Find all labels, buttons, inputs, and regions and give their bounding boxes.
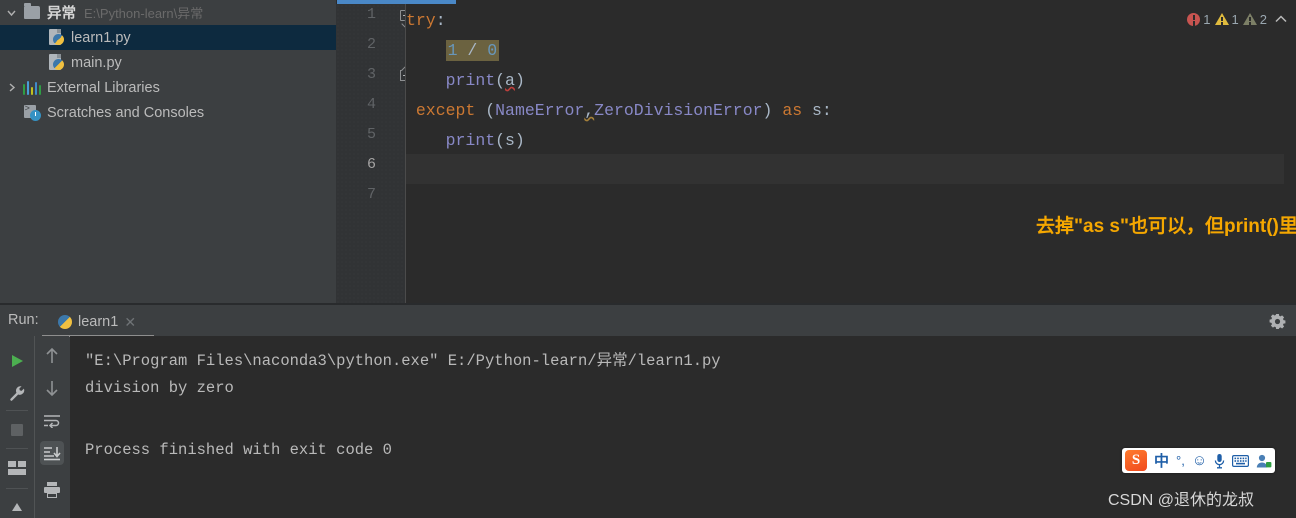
rerun-button[interactable] bbox=[5, 349, 29, 373]
weak-warning-count: 2 bbox=[1260, 12, 1267, 27]
console-line: division by zero bbox=[85, 379, 234, 397]
line-number: 2 bbox=[367, 36, 376, 53]
run-toolbar-left bbox=[0, 336, 34, 518]
console-line: Process finished with exit code 0 bbox=[85, 441, 392, 459]
folder-icon bbox=[22, 4, 42, 22]
soft-wrap-button[interactable] bbox=[40, 409, 64, 433]
python-file-icon bbox=[46, 54, 66, 72]
chevron-down-icon[interactable] bbox=[0, 7, 22, 18]
watermark-text: CSDN @退休的龙叔 bbox=[1108, 486, 1254, 510]
run-tab-learn1[interactable]: learn1 ✕ bbox=[58, 309, 136, 335]
mic-icon[interactable] bbox=[1214, 453, 1225, 469]
toolbar-separator bbox=[6, 448, 28, 449]
line-number: 7 bbox=[367, 186, 376, 203]
code-text-area[interactable]: try: 1 / 0 print(a) except (NameError,Ze… bbox=[406, 4, 1296, 303]
ime-floating-toolbar[interactable]: S 中 °, ☺ bbox=[1122, 448, 1275, 473]
annotation-text: 去掉"as s"也可以，但print()里面就得自定义内容 bbox=[1036, 211, 1296, 238]
code-line-3[interactable]: print(a) bbox=[406, 66, 525, 96]
chevron-up-icon[interactable] bbox=[1274, 11, 1288, 27]
pin-tab-button[interactable] bbox=[5, 496, 29, 518]
libraries-icon bbox=[22, 79, 42, 97]
keyboard-icon[interactable] bbox=[1232, 455, 1249, 467]
ime-punctuation-toggle[interactable]: °, bbox=[1176, 453, 1185, 468]
line-number: 3 bbox=[367, 66, 376, 83]
tree-row-scratches-and-consoles[interactable]: Scratches and Consoles bbox=[0, 100, 336, 125]
toolbar-separator bbox=[6, 410, 28, 411]
console-line: "E:\Program Files\naconda3\python.exe" E… bbox=[85, 348, 721, 370]
error-indicator[interactable]: 1 bbox=[1187, 12, 1210, 27]
tree-row-external-libraries[interactable]: External Libraries bbox=[0, 75, 336, 100]
sogou-logo-icon[interactable]: S bbox=[1125, 450, 1147, 471]
stop-button[interactable] bbox=[5, 418, 29, 442]
editor-gutter[interactable]: 1 2 3 4 5 6 7 bbox=[336, 4, 406, 303]
line-number-current: 6 bbox=[367, 156, 376, 173]
editor-scrollbar[interactable] bbox=[1284, 4, 1296, 303]
pycharm-window: 异常 E:\Python-learn\异常 learn1.py main.py bbox=[0, 0, 1296, 518]
code-editor-panel[interactable]: 1 2 3 4 5 6 7 try: 1 / 0 print(a) except… bbox=[336, 0, 1296, 303]
scratches-icon bbox=[22, 104, 42, 122]
tree-row-project[interactable]: 异常 E:\Python-learn\异常 bbox=[0, 0, 336, 25]
warning-icon bbox=[1215, 13, 1229, 25]
tree-item-label: External Libraries bbox=[47, 80, 160, 96]
gear-icon[interactable] bbox=[1269, 313, 1286, 330]
tree-item-label: learn1.py bbox=[71, 30, 131, 46]
run-header: Run: learn1 ✕ bbox=[0, 305, 1296, 336]
inspection-widget[interactable]: 1 1 2 bbox=[1187, 11, 1288, 27]
emoji-icon[interactable]: ☺ bbox=[1192, 452, 1207, 469]
scroll-to-end-button[interactable] bbox=[40, 441, 64, 465]
project-tree-panel: 异常 E:\Python-learn\异常 learn1.py main.py bbox=[0, 0, 336, 303]
edit-configuration-button[interactable] bbox=[5, 381, 29, 405]
run-tool-window: Run: learn1 ✕ bbox=[0, 305, 1296, 518]
tree-item-label: main.py bbox=[71, 55, 122, 71]
run-window-label: Run: bbox=[8, 312, 39, 328]
project-name: 异常 bbox=[47, 2, 76, 23]
print-button[interactable] bbox=[40, 478, 64, 502]
tree-item-label: Scratches and Consoles bbox=[47, 105, 204, 121]
close-icon[interactable]: ✕ bbox=[124, 314, 136, 331]
code-line-5[interactable]: print(s) bbox=[406, 126, 525, 156]
run-toolbar-right bbox=[35, 336, 69, 518]
weak-warning-icon bbox=[1243, 13, 1257, 25]
user-icon[interactable] bbox=[1256, 454, 1272, 468]
down-the-stack-trace-button[interactable] bbox=[40, 376, 64, 400]
current-line-highlight bbox=[406, 154, 1296, 184]
weak-warning-indicator[interactable]: 2 bbox=[1243, 12, 1267, 27]
code-line-1[interactable]: try: bbox=[406, 6, 446, 36]
up-the-stack-trace-button[interactable] bbox=[40, 344, 64, 368]
toolbar-separator bbox=[6, 488, 28, 489]
tree-row-learn1-py[interactable]: learn1.py bbox=[0, 25, 336, 50]
code-line-2[interactable]: 1 / 0 bbox=[406, 36, 499, 66]
line-number: 1 bbox=[367, 6, 376, 23]
chevron-right-icon[interactable] bbox=[0, 82, 22, 93]
line-number: 4 bbox=[367, 96, 376, 113]
python-file-icon bbox=[46, 29, 66, 47]
error-count: 1 bbox=[1203, 12, 1210, 27]
line-number: 5 bbox=[367, 126, 376, 143]
warning-count: 1 bbox=[1232, 12, 1239, 27]
warning-indicator[interactable]: 1 bbox=[1215, 12, 1239, 27]
python-icon bbox=[58, 315, 72, 329]
project-path: E:\Python-learn\异常 bbox=[84, 3, 203, 22]
ime-mode-toggle[interactable]: 中 bbox=[1154, 450, 1169, 471]
tree-row-main-py[interactable]: main.py bbox=[0, 50, 336, 75]
code-line-4[interactable]: except (NameError,ZeroDivisionError) as … bbox=[406, 96, 832, 126]
layout-settings-button[interactable] bbox=[5, 456, 29, 480]
error-icon bbox=[1187, 13, 1200, 26]
run-tab-label: learn1 bbox=[78, 314, 118, 330]
